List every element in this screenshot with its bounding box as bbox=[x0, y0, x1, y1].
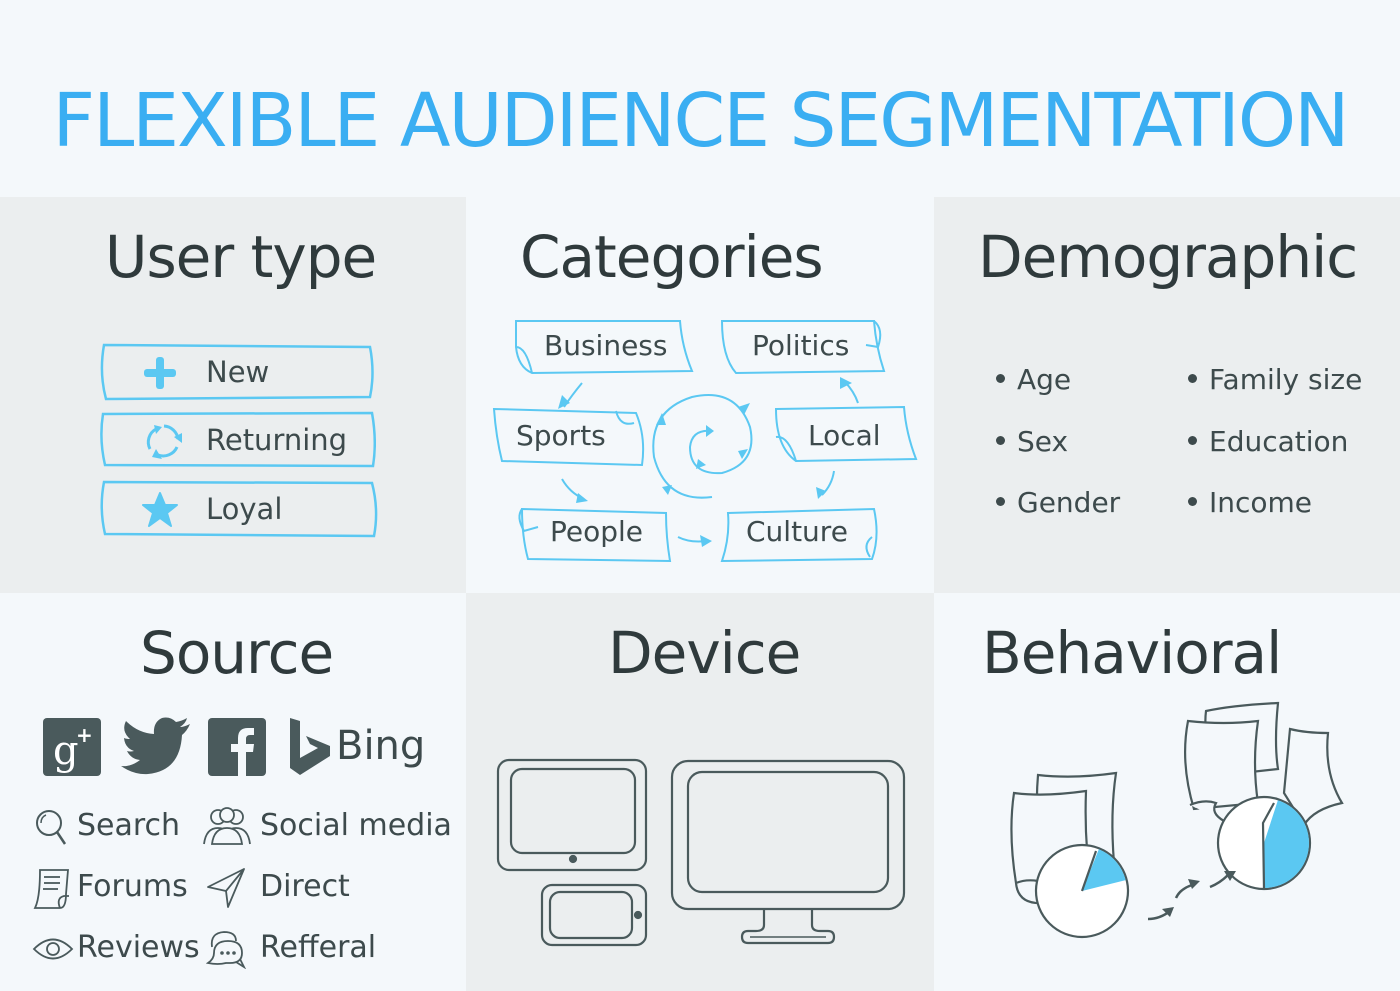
user-type-label: Returning bbox=[206, 423, 348, 457]
category-culture[interactable]: Culture bbox=[746, 515, 848, 548]
panel-demographic: Demographic Age Sex Gender Family size E… bbox=[934, 197, 1400, 593]
demographic-item: Family size bbox=[1188, 363, 1362, 396]
bing-label: Bing bbox=[336, 723, 426, 769]
source-item-refferal[interactable]: Refferal bbox=[260, 930, 376, 965]
panel-categories: Categories Business Politics Sports Loca… bbox=[466, 197, 934, 593]
magnifier-icon bbox=[36, 810, 67, 845]
people-icon bbox=[203, 807, 251, 845]
panel-device: Device bbox=[466, 593, 934, 991]
twitter-icon[interactable] bbox=[120, 717, 192, 775]
star-icon bbox=[142, 492, 178, 527]
behavioral-illustration bbox=[1010, 701, 1344, 939]
source-item-forums[interactable]: Forums bbox=[77, 869, 188, 904]
demographic-item: Education bbox=[1188, 425, 1348, 458]
plus-icon bbox=[144, 357, 176, 389]
scroll-icon bbox=[33, 869, 69, 909]
categories-diagram bbox=[492, 320, 918, 563]
category-people[interactable]: People bbox=[550, 515, 643, 548]
facebook-icon[interactable] bbox=[208, 718, 266, 776]
source-item-social-media[interactable]: Social media bbox=[260, 808, 452, 843]
devices-illustration bbox=[496, 758, 906, 947]
category-politics[interactable]: Politics bbox=[752, 329, 849, 362]
monitor-icon bbox=[670, 759, 906, 945]
panel-heading: Source bbox=[140, 619, 334, 687]
panel-source: Source g + Bing Search Social media Foru… bbox=[0, 593, 466, 991]
chat-bubbles-icon bbox=[206, 931, 247, 969]
phone-icon bbox=[540, 883, 648, 947]
category-business[interactable]: Business bbox=[544, 329, 667, 362]
source-item-search[interactable]: Search bbox=[77, 808, 180, 843]
user-type-label: New bbox=[206, 355, 270, 389]
user-type-returning[interactable]: Returning bbox=[100, 411, 376, 469]
user-type-loyal[interactable]: Loyal bbox=[100, 480, 378, 538]
svg-text:+: + bbox=[76, 723, 93, 747]
cycle-arrows-icon bbox=[146, 424, 182, 459]
panel-heading: Demographic bbox=[978, 223, 1358, 291]
source-item-reviews[interactable]: Reviews bbox=[77, 930, 200, 965]
tablet-icon bbox=[496, 758, 648, 872]
paper-plane-icon bbox=[207, 868, 245, 908]
demographic-item: Age bbox=[996, 363, 1071, 396]
google-plus-icon[interactable]: g + bbox=[43, 718, 101, 776]
user-type-label: Loyal bbox=[206, 492, 283, 526]
panel-heading: User type bbox=[105, 223, 377, 291]
panel-behavioral: Behavioral bbox=[934, 593, 1400, 991]
demographic-item: Sex bbox=[996, 425, 1068, 458]
bing-icon[interactable] bbox=[288, 718, 332, 776]
demographic-item: Gender bbox=[996, 486, 1120, 519]
page-title: FLEXIBLE AUDIENCE SEGMENTATION bbox=[52, 78, 1350, 164]
category-local[interactable]: Local bbox=[808, 419, 881, 452]
progress-before bbox=[1034, 843, 1130, 939]
panel-user-type: User type New Returning Loyal bbox=[0, 197, 466, 593]
demographic-item: Income bbox=[1188, 486, 1312, 519]
category-sports[interactable]: Sports bbox=[516, 419, 606, 452]
svg-text:g: g bbox=[53, 728, 79, 774]
source-item-direct[interactable]: Direct bbox=[260, 869, 350, 904]
user-type-new[interactable]: New bbox=[100, 343, 374, 401]
eye-icon bbox=[32, 938, 74, 960]
dashed-arrows bbox=[1147, 874, 1229, 921]
